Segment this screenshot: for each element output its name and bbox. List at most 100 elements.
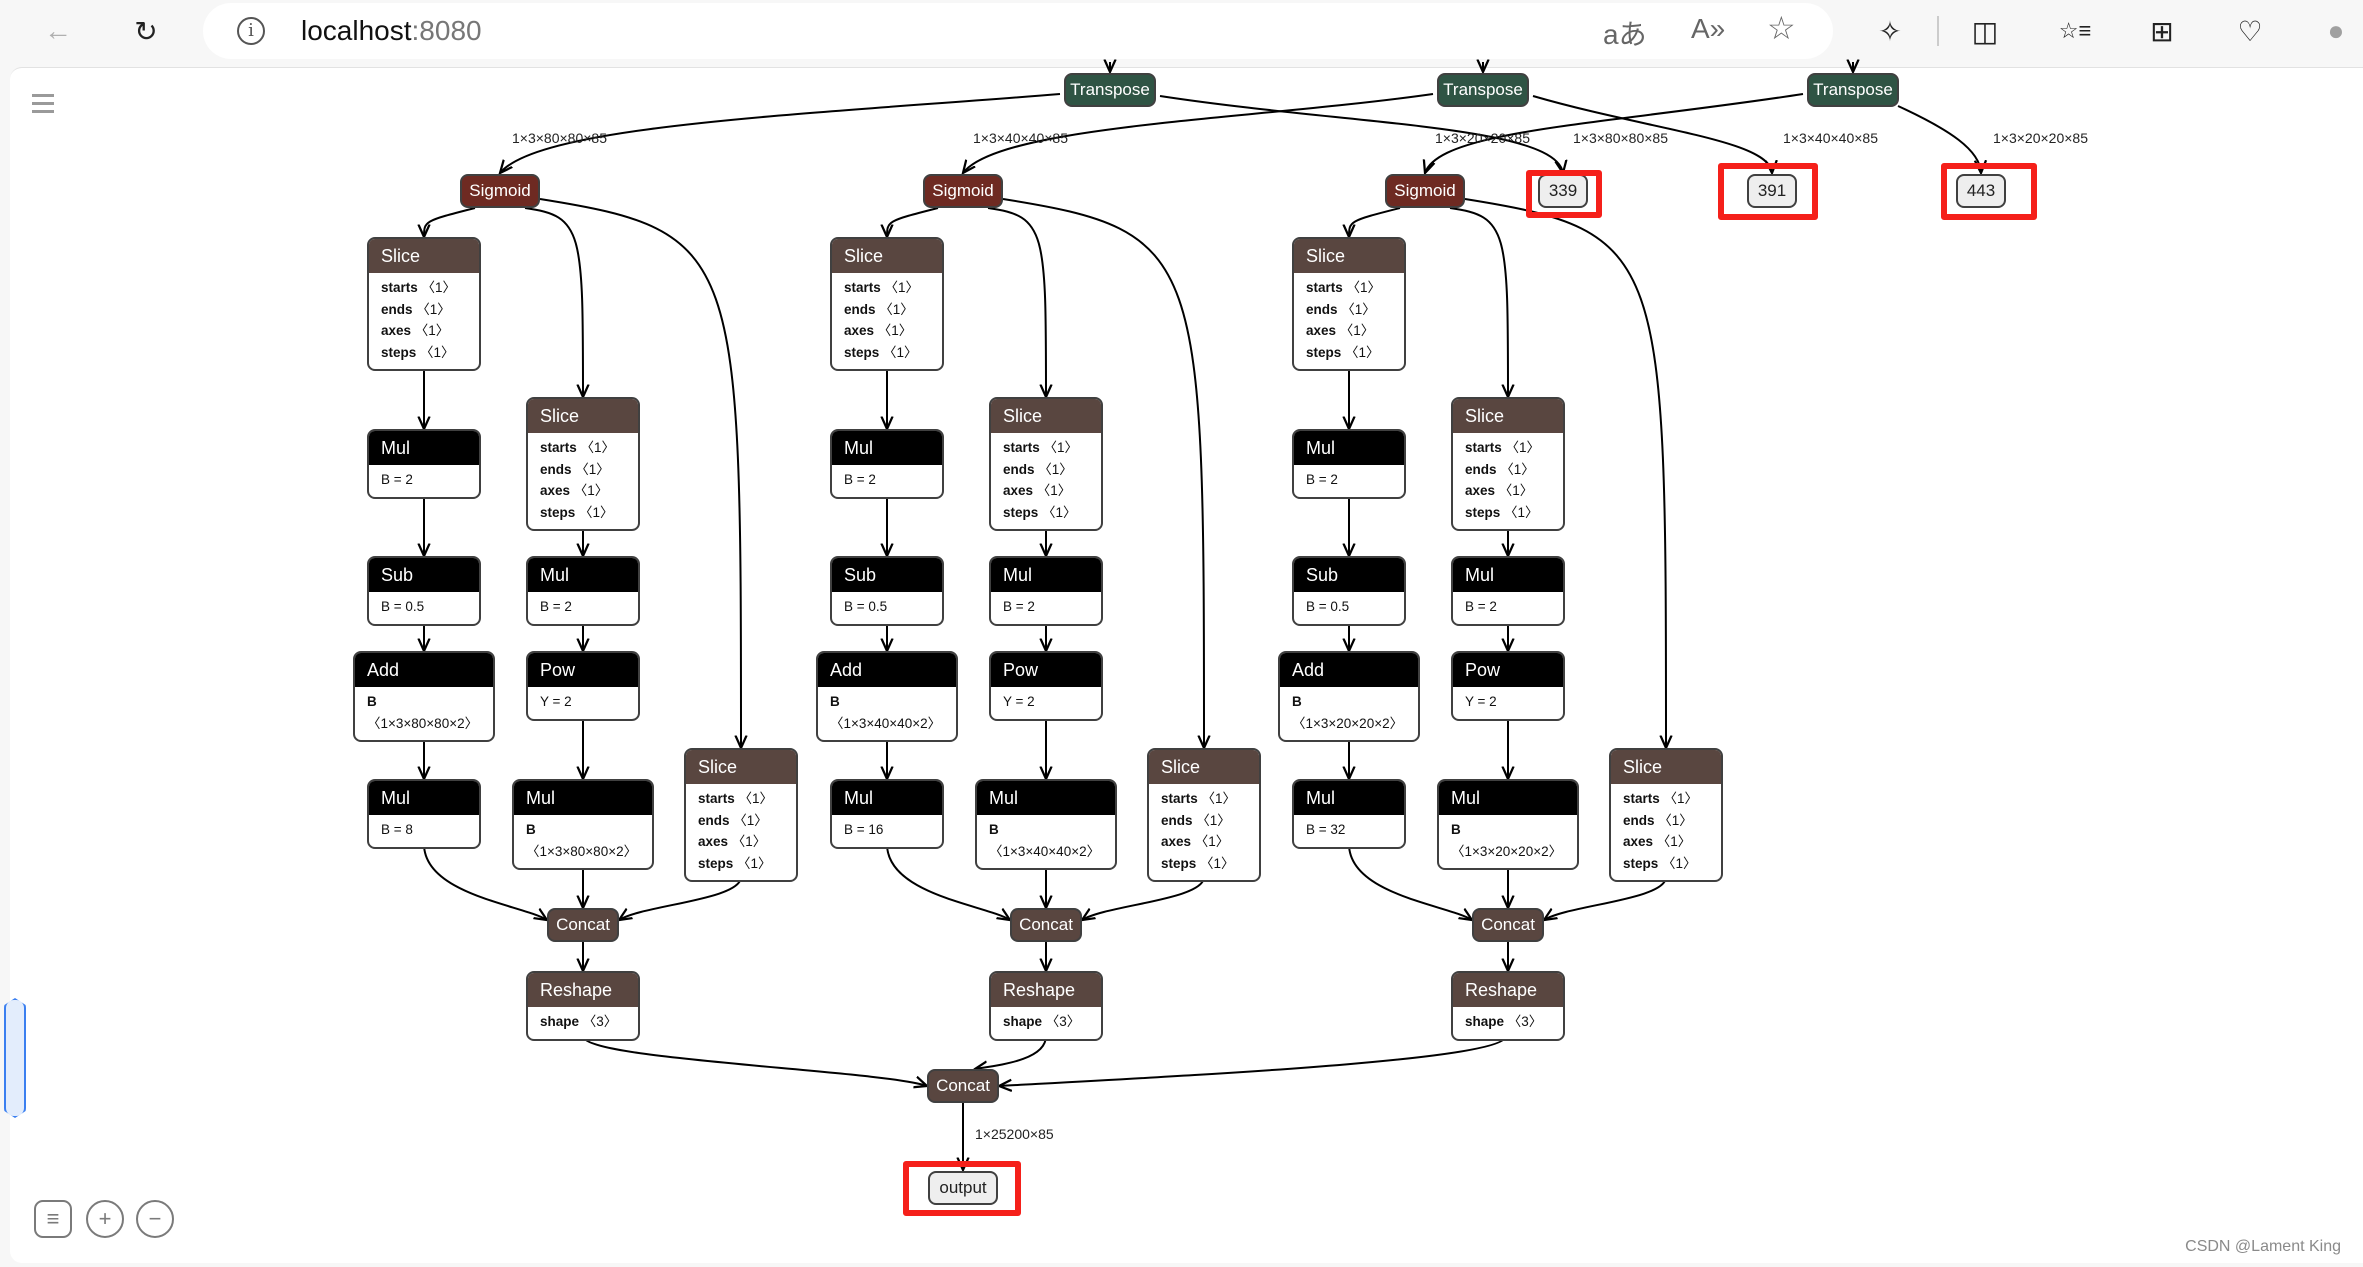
node-title: Mul	[1294, 781, 1404, 815]
node-title: Sub	[369, 558, 479, 592]
node-title: Sub	[832, 558, 942, 592]
mul-node[interactable]: Mul B = 16	[830, 779, 944, 849]
transpose-node[interactable]: Transpose	[1807, 73, 1899, 107]
slice-node[interactable]: Slice starts 〈1〉 ends 〈1〉 axes 〈1〉 steps 〈1〉	[1609, 748, 1723, 882]
sub-node[interactable]: Sub B = 0.5	[830, 556, 944, 626]
node-attribute: shape 〈3〉	[1465, 1014, 1543, 1029]
node-attribute: B 〈1×3×80×80×2〉	[526, 822, 638, 859]
mul-node[interactable]: Mul B 〈1×3×40×40×2〉	[975, 779, 1117, 870]
node-attributes: B = 32	[1294, 815, 1404, 847]
sub-node[interactable]: Sub B = 0.5	[1292, 556, 1406, 626]
slice-node[interactable]: Slice starts 〈1〉 ends 〈1〉 axes 〈1〉 steps 〈1〉	[526, 397, 640, 531]
vertical-scrollbar-thumb[interactable]	[4, 998, 26, 1118]
node-attribute: B 〈1×3×20×20×2〉	[1292, 694, 1404, 731]
mul-node[interactable]: Mul B = 2	[526, 556, 640, 626]
node-attribute: axes 〈1〉	[1623, 834, 1692, 849]
add-node[interactable]: Add B 〈1×3×20×20×2〉	[1278, 651, 1420, 742]
graph-edge	[619, 876, 742, 920]
node-attribute: starts 〈1〉	[1003, 440, 1079, 455]
sigmoid-node[interactable]: Sigmoid	[460, 174, 540, 208]
edge-shape-label: 1×3×20×20×85	[1435, 130, 1530, 146]
node-attribute: axes 〈1〉	[1465, 483, 1534, 498]
node-attribute: starts 〈1〉	[1465, 440, 1541, 455]
node-attribute: B = 0.5	[844, 599, 888, 614]
reshape-node[interactable]: Reshape shape 〈3〉	[526, 971, 640, 1041]
zoom-out-icon[interactable]: −	[136, 1200, 174, 1238]
node-attribute: ends 〈1〉	[1003, 461, 1073, 477]
node-attributes: Y = 2	[1453, 687, 1563, 719]
node-attribute: B = 2	[540, 599, 572, 614]
node-title: Slice	[1611, 750, 1721, 784]
node-title: Pow	[1453, 653, 1563, 687]
node-title: Mul	[369, 431, 479, 465]
node-attributes: B 〈1×3×20×20×2〉	[1280, 687, 1418, 740]
slice-node[interactable]: Slice starts 〈1〉 ends 〈1〉 axes 〈1〉 steps 〈1〉	[1451, 397, 1565, 531]
mul-node[interactable]: Mul B = 2	[367, 429, 481, 499]
mul-node[interactable]: Mul B = 8	[367, 779, 481, 849]
node-title: Reshape	[1453, 973, 1563, 1007]
node-title: Slice	[528, 399, 638, 433]
graph-edge	[1449, 207, 1508, 397]
concat-node[interactable]: Concat	[547, 908, 619, 942]
node-attribute: B = 2	[1465, 599, 1497, 614]
node-attribute: starts 〈1〉	[540, 440, 616, 455]
node-title: Mul	[832, 781, 942, 815]
zoom-in-icon[interactable]: +	[86, 1200, 124, 1238]
node-attributes: B = 2	[528, 592, 638, 624]
slice-node[interactable]: Slice starts 〈1〉 ends 〈1〉 axes 〈1〉 steps 〈1〉	[1147, 748, 1261, 882]
sigmoid-node[interactable]: Sigmoid	[923, 174, 1003, 208]
transpose-node[interactable]: Transpose	[1064, 73, 1156, 107]
slice-node[interactable]: Slice starts 〈1〉 ends 〈1〉 axes 〈1〉 steps 〈1〉	[989, 397, 1103, 531]
mul-node[interactable]: Mul B = 2	[830, 429, 944, 499]
pow-node[interactable]: Pow Y = 2	[526, 651, 640, 721]
pow-node[interactable]: Pow Y = 2	[1451, 651, 1565, 721]
node-title: Mul	[528, 558, 638, 592]
node-title: Slice	[686, 750, 796, 784]
sigmoid-node[interactable]: Sigmoid	[1385, 174, 1465, 208]
slice-node[interactable]: Slice starts 〈1〉 ends 〈1〉 axes 〈1〉 steps 〈1〉	[830, 237, 944, 371]
transpose-node[interactable]: Transpose	[1437, 73, 1529, 107]
slice-node[interactable]: Slice starts 〈1〉 ends 〈1〉 axes 〈1〉 steps 〈1〉	[1292, 237, 1406, 371]
node-attribute: starts 〈1〉	[381, 280, 457, 295]
node-attribute: axes 〈1〉	[698, 834, 767, 849]
node-attribute: shape 〈3〉	[540, 1014, 618, 1029]
node-attribute: B = 2	[844, 472, 876, 487]
list-view-icon[interactable]: ≡	[34, 1200, 72, 1238]
slice-node[interactable]: Slice starts 〈1〉 ends 〈1〉 axes 〈1〉 steps 〈1〉	[367, 237, 481, 371]
mul-node[interactable]: Mul B = 2	[989, 556, 1103, 626]
mul-node[interactable]: Mul B 〈1×3×20×20×2〉	[1437, 779, 1579, 870]
pow-node[interactable]: Pow Y = 2	[989, 651, 1103, 721]
concat-node[interactable]: Concat	[1010, 908, 1082, 942]
add-node[interactable]: Add B 〈1×3×40×40×2〉	[816, 651, 958, 742]
node-title: Add	[818, 653, 956, 687]
node-attribute: starts 〈1〉	[1306, 280, 1382, 295]
mul-node[interactable]: Mul B = 2	[1292, 429, 1406, 499]
concat-node[interactable]: Concat	[1472, 908, 1544, 942]
mul-node[interactable]: Mul B 〈1×3×80×80×2〉	[512, 779, 654, 870]
node-attributes: B = 0.5	[1294, 592, 1404, 624]
mul-node[interactable]: Mul B = 2	[1451, 556, 1565, 626]
node-attributes: B 〈1×3×40×40×2〉	[977, 815, 1115, 868]
node-attributes: B = 0.5	[832, 592, 942, 624]
node-title: Slice	[1294, 239, 1404, 273]
node-attributes: shape 〈3〉	[528, 1007, 638, 1039]
final-concat-node[interactable]: Concat	[927, 1069, 999, 1103]
reshape-node[interactable]: Reshape shape 〈3〉	[1451, 971, 1565, 1041]
highlight-box	[1718, 163, 1818, 220]
node-title: Pow	[528, 653, 638, 687]
mul-node[interactable]: Mul B = 32	[1292, 779, 1406, 849]
node-attribute: ends 〈1〉	[1465, 461, 1535, 477]
node-attributes: B 〈1×3×80×80×2〉	[514, 815, 652, 868]
add-node[interactable]: Add B 〈1×3×80×80×2〉	[353, 651, 495, 742]
graph-edge	[524, 207, 583, 397]
node-attribute: B = 2	[1003, 599, 1035, 614]
graph-edge	[424, 207, 476, 237]
slice-node[interactable]: Slice starts 〈1〉 ends 〈1〉 axes 〈1〉 steps 〈1〉	[684, 748, 798, 882]
watermark: CSDN @Lament King	[2185, 1238, 2341, 1255]
graph-edge	[887, 207, 939, 237]
sub-node[interactable]: Sub B = 0.5	[367, 556, 481, 626]
reshape-node[interactable]: Reshape shape 〈3〉	[989, 971, 1103, 1041]
node-attribute: B = 16	[844, 822, 884, 837]
node-attribute: steps 〈1〉	[1003, 504, 1077, 520]
node-title: Mul	[1453, 558, 1563, 592]
